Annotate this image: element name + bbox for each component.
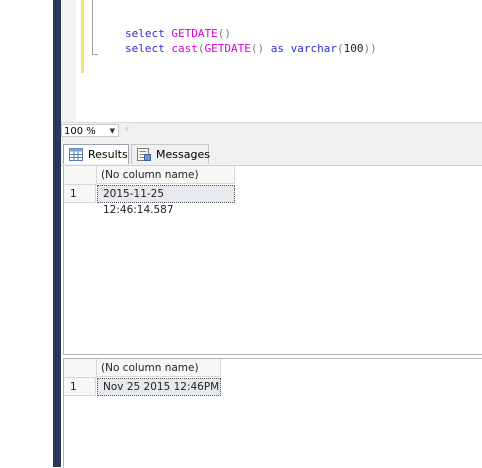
editor-margin <box>61 0 76 122</box>
keyword-as: as <box>270 42 284 55</box>
window-frame-bar <box>53 0 61 467</box>
tab-results[interactable]: Results <box>63 144 129 164</box>
column-header[interactable]: (No column name) <box>97 166 235 184</box>
punctuation: )) <box>363 42 377 55</box>
tab-messages[interactable]: Messages <box>131 144 210 164</box>
number-literal: 100 <box>343 42 364 55</box>
function-getdate: GETDATE <box>171 27 218 40</box>
code-line-2[interactable]: select cast(GETDATE() as varchar(100)) <box>125 42 377 56</box>
keyword-select: select <box>125 42 165 55</box>
zoom-value: 100 % <box>64 126 96 137</box>
row-number-header[interactable] <box>64 359 97 378</box>
result-grid-2: (No column name) 1 Nov 25 2015 12:46PM <box>63 358 482 468</box>
grid-icon <box>69 148 83 161</box>
tab-results-label: Results <box>88 148 128 161</box>
row-number[interactable]: 1 <box>64 378 96 396</box>
punctuation: () <box>217 27 231 40</box>
column-header[interactable]: (No column name) <box>97 359 221 377</box>
messages-icon <box>137 148 151 161</box>
chevron-down-icon[interactable]: ▼ <box>110 125 115 138</box>
function-cast: cast <box>171 42 198 55</box>
scroll-left-icon[interactable]: ‹ <box>125 124 129 135</box>
zoom-bar: 100 % ▼ ‹ <box>61 122 482 139</box>
outline-fold-end <box>92 54 98 55</box>
row-number[interactable]: 1 <box>64 185 96 203</box>
outline-fold-line <box>92 0 93 54</box>
query-editor[interactable]: select GETDATE() select cast(GETDATE() a… <box>61 0 482 122</box>
selected-cell[interactable]: 2015-11-25 12:46:14.587 <box>97 185 235 216</box>
punctuation: ( <box>197 42 205 55</box>
window-left-area <box>0 0 53 467</box>
results-tabstrip: Results Messages <box>61 139 482 166</box>
zoom-dropdown[interactable]: 100 % ▼ <box>61 124 119 137</box>
punctuation: () <box>250 42 265 55</box>
result-grid-1: (No column name) 1 2015-11-25 12:46:14.5… <box>63 166 482 355</box>
selected-cell[interactable]: Nov 25 2015 12:46PM <box>97 378 221 396</box>
keyword-varchar: varchar <box>290 42 337 55</box>
punctuation: ( <box>336 42 344 55</box>
row-number-header[interactable] <box>64 166 97 185</box>
change-tracking-marker <box>81 0 84 73</box>
keyword-select: select <box>125 27 165 40</box>
function-getdate: GETDATE <box>204 42 251 55</box>
code-line-1[interactable]: select GETDATE() <box>125 27 231 41</box>
tab-messages-label: Messages <box>156 148 210 161</box>
